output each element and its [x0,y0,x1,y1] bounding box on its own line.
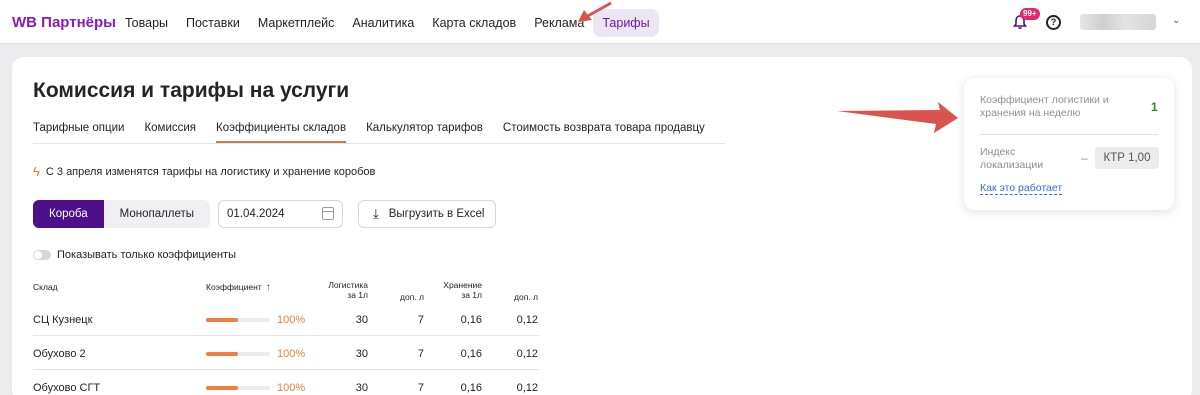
arrow-to-info-card [837,102,958,133]
annotation-arrows [578,1,958,133]
arrow-to-tariffs [578,1,612,22]
